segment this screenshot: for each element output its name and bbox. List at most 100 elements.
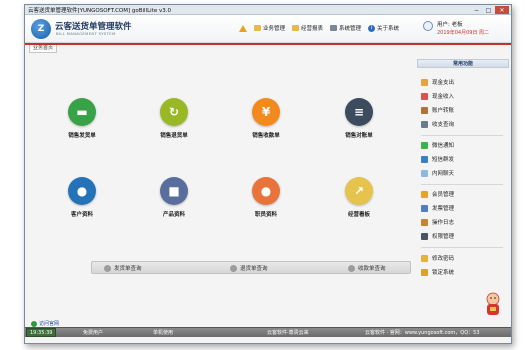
item-label: 会员管理 — [432, 192, 455, 198]
tile-label: 客户资料 — [70, 212, 93, 218]
cash-in-item[interactable]: 现金收入 — [421, 92, 454, 100]
tile-label: 销售发货单 — [68, 133, 96, 139]
tile-label: 职员资料 — [254, 212, 277, 218]
common-functions-panel: 常用功能 现金支出 现金收入 账户转账 收支查询 微信通知 短信群发 内网聊天 … — [417, 59, 509, 325]
tile-sales-receipt[interactable]: ¥ 销售收款单 — [236, 98, 296, 139]
cash-in-icon — [421, 92, 428, 100]
change-password-item[interactable]: 修改密码 — [421, 254, 454, 262]
app-window: 云客送货单管理软件[YUNGOSOFT.COM] goBillLite v3.0… — [24, 4, 512, 344]
intranet-chat-item[interactable]: 内网聊天 — [421, 169, 454, 177]
tile-label: 经营看板 — [347, 212, 370, 218]
user-avatar-icon — [423, 21, 433, 31]
globe-icon — [31, 320, 37, 327]
item-label: 账户转账 — [432, 108, 455, 114]
lock-icon — [421, 268, 428, 276]
transfer-icon — [421, 106, 428, 114]
main-panel: ▬ 销售发货单 ↻ 销售退货单 ¥ 销售收款单 ≡ 销售对账单 ● 客户资料 ■… — [31, 55, 415, 325]
menu-label: 业务管理 — [263, 26, 286, 32]
menu-label: 系统管理 — [339, 26, 362, 32]
user-name: 用户: 老板 — [437, 22, 463, 28]
close-button[interactable]: ✕ — [495, 6, 509, 14]
tile-employees[interactable]: ● 职员资料 — [236, 177, 296, 218]
title-bar: 云客送货单管理软件[YUNGOSOFT.COM] goBillLite v3.0… — [25, 5, 511, 15]
sms-icon — [421, 155, 428, 163]
item-label: 收支查询 — [432, 122, 455, 128]
warning-icon[interactable] — [239, 24, 247, 32]
quick-query-bar: 发货单查询 退货单查询 收款单查询 — [91, 261, 411, 274]
tile-products[interactable]: ■ 产品资料 — [144, 177, 204, 218]
tab-business-home[interactable]: 业务首页 — [29, 45, 58, 53]
customer-icon: ● — [68, 177, 96, 205]
vendor-info: 云客软件·尊贵云来 — [267, 330, 309, 336]
permission-management-item[interactable]: 权限管理 — [421, 232, 454, 240]
search-icon — [230, 264, 237, 272]
item-label: 现金支出 — [432, 80, 455, 86]
item-label: 修改密码 — [432, 256, 455, 262]
maximize-button[interactable]: □ — [483, 6, 494, 14]
item-label: 操作日志 — [432, 220, 455, 226]
cash-out-item[interactable]: 现金支出 — [421, 78, 454, 86]
menu-business[interactable]: 业务管理 — [254, 24, 285, 32]
item-label: 短信群发 — [432, 157, 455, 163]
window-title: 云客送货单管理软件[YUNGOSOFT.COM] goBillLite v3.0 — [28, 8, 171, 14]
tile-sales-statement[interactable]: ≡ 销售对账单 — [329, 98, 389, 139]
cash-out-icon — [421, 78, 428, 86]
member-management-item[interactable]: 会员管理 — [421, 190, 454, 198]
document-icon — [330, 25, 338, 31]
lock-system-item[interactable]: 锁定系统 — [421, 268, 454, 276]
member-icon — [421, 190, 428, 198]
dashboard-chart-icon: ↗ — [345, 177, 373, 205]
tile-sales-delivery[interactable]: ▬ 销售发货单 — [52, 98, 112, 139]
sms-broadcast-item[interactable]: 短信群发 — [421, 155, 454, 163]
invoice-management-item[interactable]: 发票管理 — [421, 204, 454, 212]
delivery-query-button[interactable]: 发货单查询 — [104, 264, 142, 272]
tile-label: 销售退货单 — [160, 133, 188, 139]
search-icon — [348, 264, 355, 272]
operation-log-item[interactable]: 操作日志 — [421, 218, 454, 226]
product-boxes-icon: ■ — [160, 177, 188, 205]
visit-link-label: 访问官网 — [39, 321, 60, 327]
key-icon — [421, 254, 428, 262]
app-header: Z 云客送货单管理软件 BILL MANAGEMENT SYSTEM 业务管理 … — [25, 15, 511, 43]
item-label: 锁定系统 — [432, 270, 455, 276]
folder-icon — [292, 25, 300, 31]
action-label: 退货单查询 — [240, 266, 268, 272]
minimize-button[interactable]: − — [471, 6, 482, 14]
wechat-notify-item[interactable]: 微信通知 — [421, 141, 454, 149]
wechat-icon — [421, 141, 428, 149]
tile-customers[interactable]: ● 客户资料 — [52, 177, 112, 218]
tile-dashboard[interactable]: ↗ 经营看板 — [329, 177, 389, 218]
usage-mode: 单机使用 — [153, 330, 174, 336]
tile-label: 销售对账单 — [345, 133, 373, 139]
chat-icon — [421, 169, 428, 177]
invoice-icon — [421, 204, 428, 212]
tile-label: 产品资料 — [162, 212, 185, 218]
license-status: 免费用户 — [83, 330, 104, 336]
receipt-query-button[interactable]: 收款单查询 — [348, 264, 386, 272]
log-icon — [421, 218, 428, 226]
permission-icon — [421, 232, 428, 240]
tab-bar: 业务首页 — [25, 45, 511, 54]
menu-system[interactable]: 系统管理 — [330, 24, 361, 32]
account-transfer-item[interactable]: 账户转账 — [421, 106, 454, 114]
menu-about[interactable]: i 关于系统 — [368, 24, 399, 32]
item-label: 微信通知 — [432, 143, 455, 149]
menu-label: 关于系统 — [377, 26, 400, 32]
delivery-truck-icon: ▬ — [68, 98, 96, 126]
search-icon — [104, 264, 111, 272]
menu-label: 经营报表 — [301, 26, 324, 32]
item-label: 现金收入 — [432, 94, 455, 100]
folder-icon — [254, 25, 261, 31]
visit-website-link[interactable]: 访问官网 — [31, 320, 59, 327]
mascot-icon — [486, 292, 500, 315]
menu-reports[interactable]: 经营报表 — [292, 24, 323, 32]
return-query-button[interactable]: 退货单查询 — [230, 264, 268, 272]
item-label: 权限管理 — [432, 234, 455, 240]
tile-sales-return[interactable]: ↻ 销售退货单 — [144, 98, 204, 139]
top-menu: 业务管理 经营报表 系统管理 i 关于系统 — [239, 24, 399, 32]
yuan-coin-icon: ¥ — [252, 98, 280, 126]
clock: 19:35:39 — [26, 328, 57, 337]
income-expense-query-item[interactable]: 收支查询 — [421, 120, 454, 128]
panel-divider — [421, 184, 503, 185]
panel-header: 常用功能 — [417, 59, 509, 68]
